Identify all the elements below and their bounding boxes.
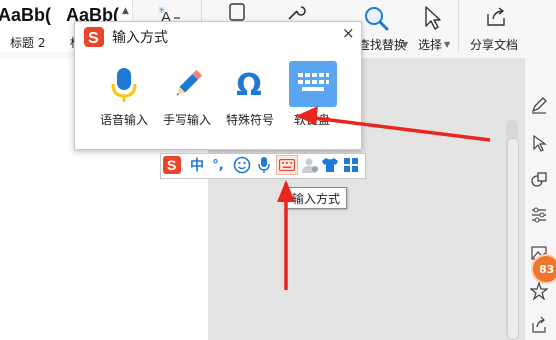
annotation-arrows [277,106,491,290]
arrow-to-keyboard-toolbar-button [277,180,295,290]
arrow-to-soft-keyboard [296,106,491,142]
